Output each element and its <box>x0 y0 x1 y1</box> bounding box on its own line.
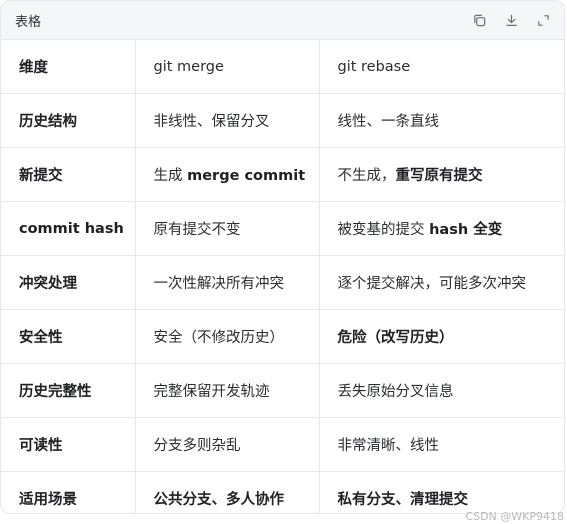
cell-text: 非线性、保留分叉 <box>153 114 270 130</box>
cell-text: 被变基的提交 <box>337 222 430 238</box>
cell-text: git rebase <box>337 58 411 75</box>
table-row: 可读性 分支多则杂乱 非常清晰、线性 <box>1 417 564 472</box>
merge-cell: 生成 merge commit <box>135 147 320 202</box>
expand-icon[interactable] <box>534 11 552 29</box>
row-label: 冲突处理 <box>1 255 136 310</box>
cell-emphasis: 私有分支、清理提交 <box>337 492 469 508</box>
merge-cell: 分支多则杂乱 <box>135 417 320 472</box>
cell-emphasis: 重写原有提交 <box>395 168 483 184</box>
cell-text: 分支多则杂乱 <box>153 438 241 454</box>
table-card: 表格 维度 git merge git rebase 历史结构 非线性、保留分叉… <box>0 0 565 514</box>
row-label: 历史完整性 <box>1 363 136 418</box>
table-row: 新提交 生成 merge commit 不生成，重写原有提交 <box>1 147 564 202</box>
merge-cell: 完整保留开发轨迹 <box>135 363 320 418</box>
rebase-cell: 私有分支、清理提交 <box>319 472 564 514</box>
cell-text: 完整保留开发轨迹 <box>153 384 270 400</box>
merge-cell: 一次性解决所有冲突 <box>135 255 320 310</box>
cell-emphasis: 公共分支、多人协作 <box>153 492 285 508</box>
cell-text: 非常清晰、线性 <box>337 438 440 454</box>
row-label: 新提交 <box>1 147 136 202</box>
row-label: 安全性 <box>1 309 136 364</box>
cell-text: 安全（不修改历史） <box>153 330 285 346</box>
cell-text: git merge <box>153 58 224 75</box>
cell-emphasis: hash 全变 <box>429 222 503 238</box>
cell-text: 不生成， <box>337 168 396 184</box>
merge-cell: git merge <box>135 40 320 94</box>
rebase-cell: git rebase <box>319 40 564 94</box>
merge-cell: 安全（不修改历史） <box>135 309 320 364</box>
rebase-cell: 不生成，重写原有提交 <box>319 147 564 202</box>
table-row: commit hash 原有提交不变 被变基的提交 hash 全变 <box>1 201 564 256</box>
cell-text: 逐个提交解决，可能多次冲突 <box>337 276 527 292</box>
row-label: 可读性 <box>1 417 136 472</box>
rebase-cell: 被变基的提交 hash 全变 <box>319 201 564 256</box>
cell-text: 线性、一条直线 <box>337 114 440 130</box>
merge-cell: 非线性、保留分叉 <box>135 93 320 148</box>
cell-text: 一次性解决所有冲突 <box>153 276 285 292</box>
rebase-cell: 线性、一条直线 <box>319 93 564 148</box>
rebase-cell: 逐个提交解决，可能多次冲突 <box>319 255 564 310</box>
merge-cell: 原有提交不变 <box>135 201 320 256</box>
header-actions <box>470 11 552 29</box>
rebase-cell: 非常清晰、线性 <box>319 417 564 472</box>
comparison-table: 维度 git merge git rebase 历史结构 非线性、保留分叉 线性、一条直线… <box>1 40 564 514</box>
row-label: 适用场景 <box>1 471 136 513</box>
cell-emphasis: merge commit <box>187 168 306 184</box>
merge-cell: 公共分支、多人协作 <box>135 471 320 513</box>
rebase-cell: 丢失原始分叉信息 <box>319 363 564 418</box>
row-label: 历史结构 <box>1 93 136 148</box>
download-icon[interactable] <box>502 11 520 29</box>
cell-text: 丢失原始分叉信息 <box>337 384 454 400</box>
table-row: 安全性 安全（不修改历史） 危险（改写历史） <box>1 309 564 364</box>
rebase-cell: 危险（改写历史） <box>319 309 564 364</box>
row-label: 维度 <box>1 40 136 94</box>
copy-icon[interactable] <box>470 11 488 29</box>
card-title: 表格 <box>15 14 42 30</box>
cell-emphasis: 危险（改写历史） <box>337 330 454 346</box>
table-row: 适用场景公共分支、多人协作 私有分支、清理提交 <box>1 471 564 514</box>
table-row: 历史完整性 完整保留开发轨迹 丢失原始分叉信息 <box>1 363 564 418</box>
table-row: 历史结构 非线性、保留分叉 线性、一条直线 <box>1 93 564 148</box>
card-header: 表格 <box>1 1 564 40</box>
table-row: 冲突处理 一次性解决所有冲突 逐个提交解决，可能多次冲突 <box>1 255 564 310</box>
table-row: 维度 git merge git rebase <box>1 40 564 94</box>
watermark: CSDN @WKP9418 <box>465 510 564 523</box>
row-label: commit hash <box>1 201 136 256</box>
cell-text: 原有提交不变 <box>153 222 241 238</box>
cell-text: 生成 <box>153 168 188 184</box>
